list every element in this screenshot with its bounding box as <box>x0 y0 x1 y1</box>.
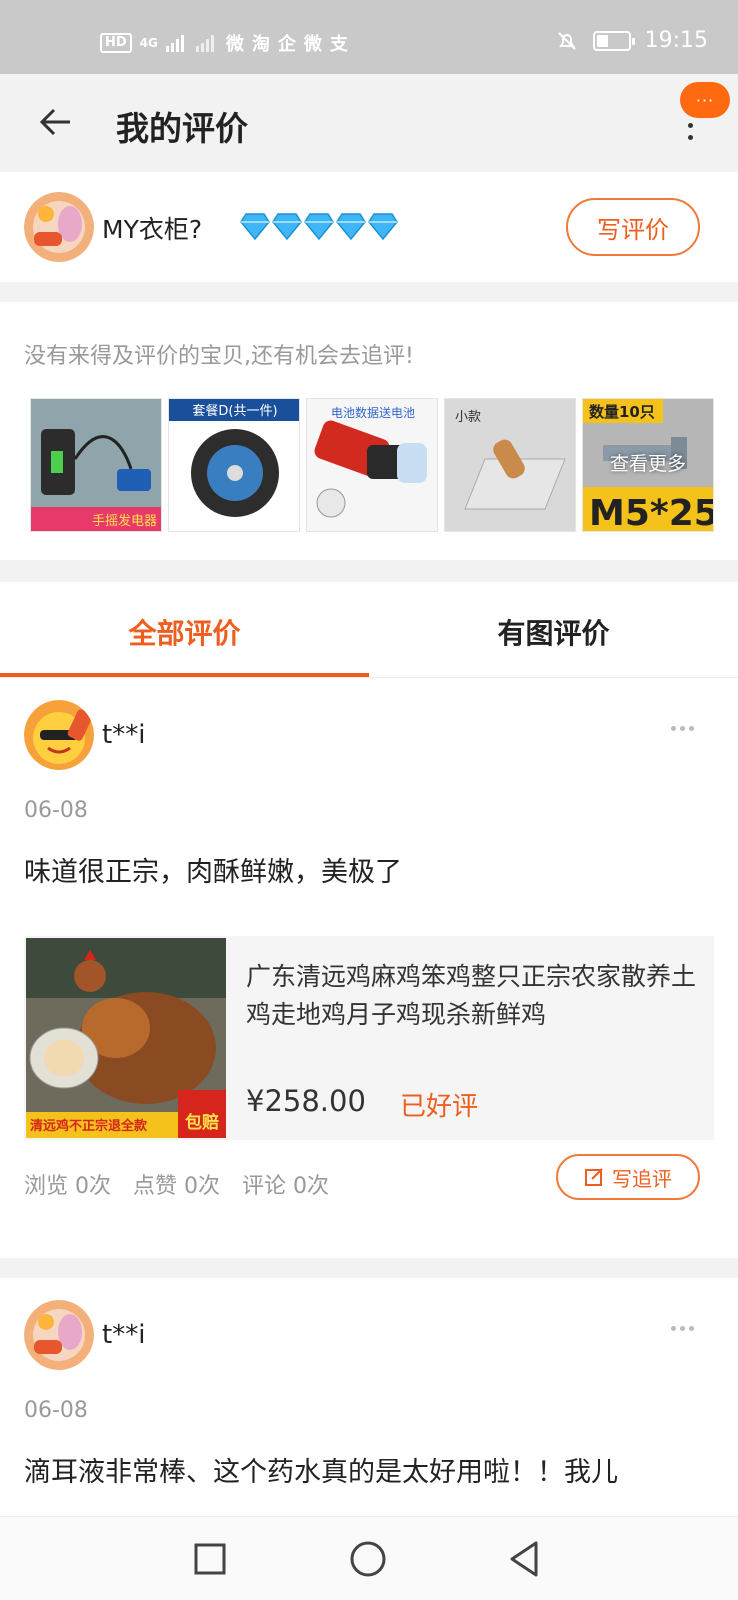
write-followup-button[interactable]: 写追评 <box>556 1154 700 1200</box>
diamond-icon <box>368 213 398 240</box>
likes-count: 点赞 0次 <box>133 1174 220 1199</box>
battery-icon <box>592 30 635 51</box>
thumb-hand-crank-charger[interactable]: 手摇发电器 <box>30 398 162 532</box>
notification-pill[interactable]: ··· <box>680 82 730 118</box>
taobao-icon: 淘 <box>251 34 270 55</box>
review-avatar[interactable] <box>24 700 94 770</box>
thumb-cutting-disc[interactable]: 套餐D(共一件) <box>168 398 300 532</box>
tab-all-reviews[interactable]: 全部评价 <box>0 612 369 652</box>
review-avatar[interactable] <box>24 1300 94 1370</box>
level-diamonds <box>240 212 398 240</box>
review-tabs: 全部评价 有图评价 <box>0 582 738 678</box>
alipay-icon: 支 <box>329 34 348 55</box>
thumb-caption-0: 手摇发电器 <box>92 513 157 529</box>
thumb-trowel[interactable]: 小款 <box>444 398 576 532</box>
product-card[interactable]: 清远鸡不正宗退全款 包赔 广东清远鸡麻鸡笨鸡整只正宗农家散养土鸡走地鸡月子鸡现杀… <box>24 936 714 1140</box>
wechat-icon: 微 <box>225 34 244 55</box>
thumb-caption-3: 小款 <box>455 410 481 425</box>
review-more-icon[interactable] <box>671 726 694 731</box>
review-username: t**i <box>102 1320 146 1350</box>
avatar[interactable] <box>24 192 94 262</box>
profile-card: MY衣柜? 写评价 <box>0 172 738 282</box>
qq-icon: 企 <box>277 34 296 55</box>
write-review-button[interactable]: 写评价 <box>566 198 700 256</box>
thumb-caption-1: 套餐D(共一件) <box>192 403 277 419</box>
review-status: 已好评 <box>400 1092 479 1122</box>
see-more-label[interactable]: 查看更多 <box>583 449 713 476</box>
diamond-icon <box>272 213 302 240</box>
review-text: 滴耳液非常棒、这个药水真的是太好用啦！！我儿 <box>24 1457 618 1488</box>
review-username: t**i <box>102 720 146 750</box>
tab-photo-reviews[interactable]: 有图评价 <box>369 612 738 652</box>
clock: 19:15 <box>644 28 708 53</box>
product-price: ¥258.00 <box>246 1084 366 1118</box>
active-tab-indicator <box>0 673 369 677</box>
status-left-icons: HD 4G 微 淘 企 微 支 <box>100 30 348 56</box>
signal-off-icon <box>195 35 214 52</box>
system-nav-bar <box>0 1516 738 1600</box>
pending-thumbnails: 手摇发电器 套餐D(共一件) 电池数据送电池 小款 数量10只 M5*25 查看… <box>30 398 714 532</box>
home-circle-icon[interactable] <box>348 1539 388 1579</box>
status-right-icons: 19:15 <box>555 28 708 53</box>
thumb-caption-2: 电池数据送电池 <box>331 405 415 420</box>
review-stats: 浏览 0次 点赞 0次 评论 0次 <box>24 1168 329 1200</box>
views-count: 浏览 0次 <box>24 1174 111 1199</box>
signal-icon <box>165 35 184 52</box>
diamond-icon <box>304 213 334 240</box>
profile-name: MY衣柜? <box>102 215 203 244</box>
comments-count: 评论 0次 <box>242 1174 329 1199</box>
diamond-icon <box>240 213 270 240</box>
edit-icon <box>585 1168 603 1186</box>
recents-square-icon[interactable] <box>190 1539 230 1579</box>
app-header: 我的评价 ··· <box>0 74 738 172</box>
hd-badge: HD <box>100 33 132 53</box>
diamond-icon <box>336 213 366 240</box>
network-label: 4G <box>139 36 158 50</box>
svg-text:M5*25: M5*25 <box>589 493 714 532</box>
bell-off-icon <box>557 31 576 50</box>
back-triangle-icon[interactable] <box>506 1539 546 1579</box>
thumb-bolts[interactable]: 数量10只 M5*25 查看更多 <box>582 398 714 532</box>
thumb-battery-tool[interactable]: 电池数据送电池 <box>306 398 438 532</box>
product-image-banner: 清远鸡不正宗退全款 <box>30 1118 148 1134</box>
wechat2-icon: 微 <box>303 34 322 55</box>
pending-tip: 没有来得及评价的宝贝,还有机会去追评! <box>24 344 414 369</box>
product-image-tag: 包赔 <box>185 1112 219 1133</box>
review-more-icon[interactable] <box>671 1326 694 1331</box>
review-card: t**i 06-08 味道很正宗，肉酥鲜嫩，美极了 清远鸡不正宗退全款 包赔 广… <box>0 678 738 1258</box>
page-title: 我的评价 <box>116 109 248 148</box>
review-date: 06-08 <box>24 1398 88 1423</box>
pending-review-section: 没有来得及评价的宝贝,还有机会去追评! 手摇发电器 套餐D(共一件) 电池数据送… <box>0 302 738 560</box>
review-text: 味道很正宗，肉酥鲜嫩，美极了 <box>24 857 402 888</box>
back-arrow-icon[interactable] <box>36 102 76 142</box>
write-followup-label: 写追评 <box>612 1166 672 1191</box>
product-image[interactable]: 清远鸡不正宗退全款 包赔 <box>26 938 226 1138</box>
thumb-caption-4: 数量10只 <box>589 403 655 421</box>
review-date: 06-08 <box>24 798 88 823</box>
product-title: 广东清远鸡麻鸡笨鸡整只正宗农家散养土鸡走地鸡月子鸡现杀新鲜鸡 <box>246 962 697 1029</box>
status-bar: HD 4G 微 淘 企 微 支 19:15 <box>0 0 738 74</box>
review-card: t**i 06-08 滴耳液非常棒、这个药水真的是太好用啦！！我儿 <box>0 1278 738 1518</box>
